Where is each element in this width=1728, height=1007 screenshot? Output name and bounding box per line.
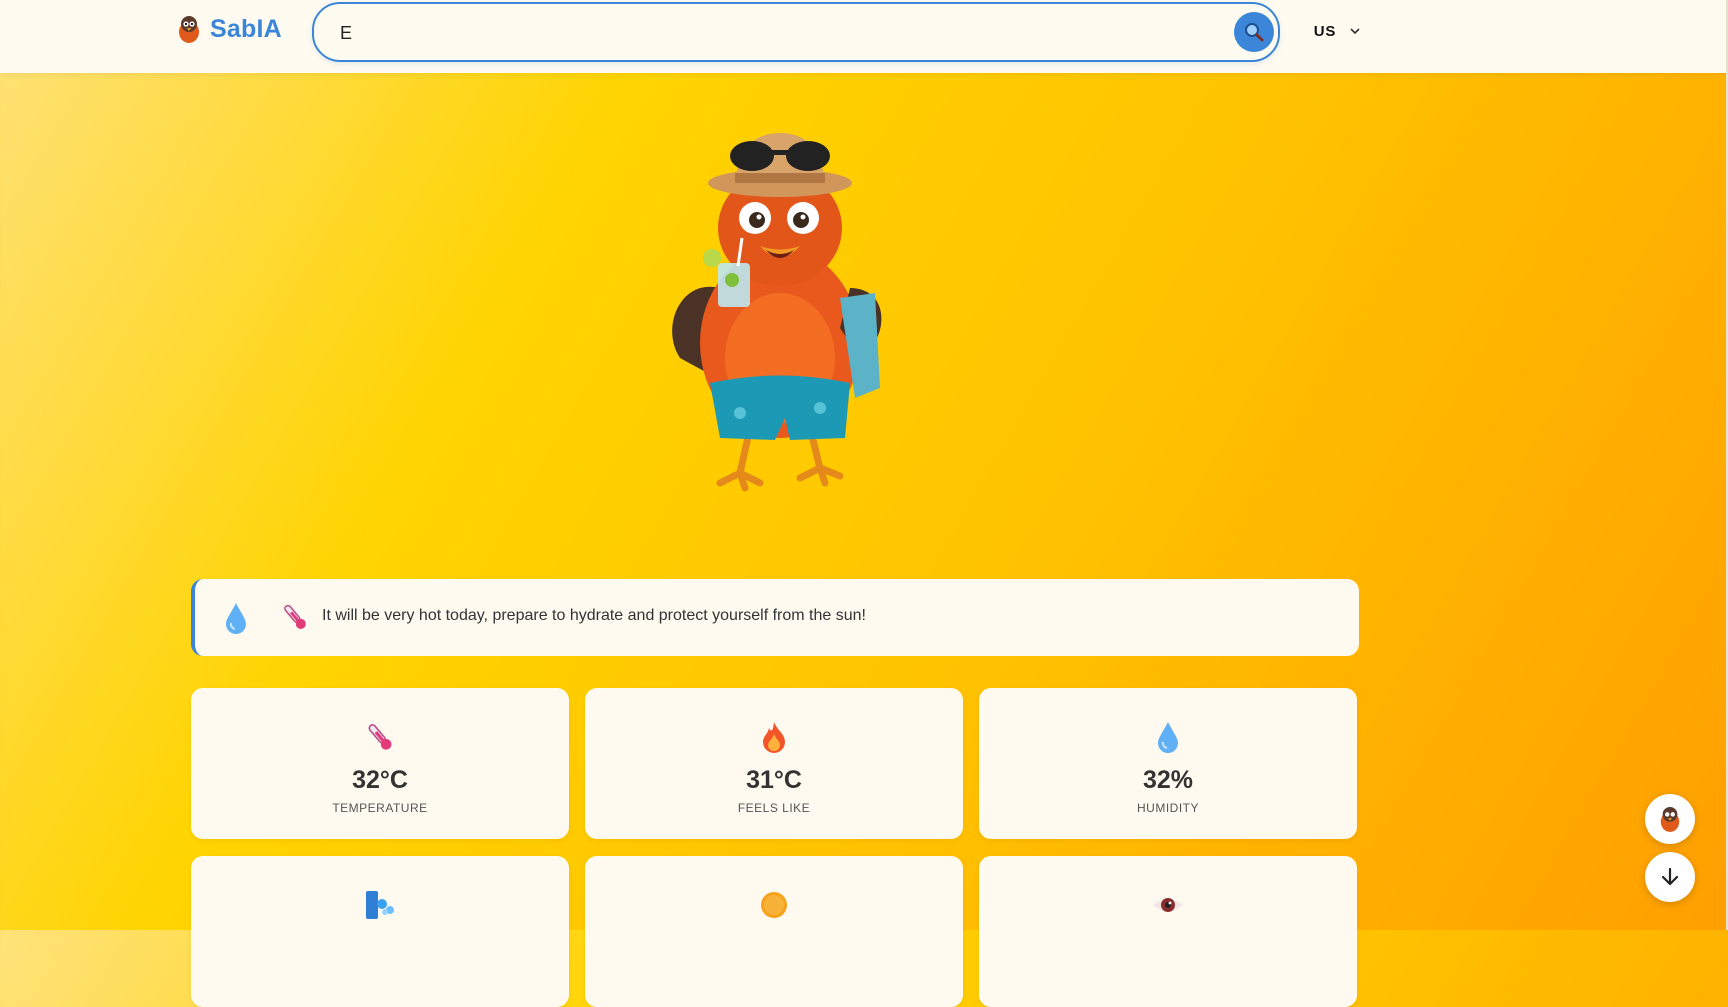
search-button[interactable] (1234, 12, 1274, 52)
droplet-icon (1158, 722, 1178, 753)
temperature-card: 32°C TEMPERATURE (191, 688, 569, 839)
wind-card (191, 856, 569, 1007)
search-icon (1245, 23, 1264, 42)
eye-icon (1153, 898, 1183, 912)
language-label: US (1313, 22, 1337, 40)
chevron-down-icon (1350, 28, 1360, 35)
mascot-chat-button[interactable] (1645, 794, 1695, 844)
feels-like-value: 31°C (746, 766, 802, 794)
language-selector[interactable]: US (1300, 16, 1374, 46)
wind-icon (366, 891, 394, 919)
bird-avatar-icon (1660, 807, 1680, 832)
search-bar (312, 2, 1280, 62)
temperature-value: 32°C (352, 766, 408, 794)
feels-like-card: 31°C FEELS LIKE (585, 688, 963, 839)
humidity-card: 32% HUMIDITY (979, 688, 1357, 839)
bird-logo-icon (179, 16, 199, 43)
humidity-value: 32% (1142, 766, 1194, 794)
scroll-down-button[interactable] (1645, 852, 1695, 902)
weather-alert-banner: It will be very hot today, prepare to hy… (191, 579, 1359, 656)
visibility-card (979, 856, 1357, 1007)
search-input[interactable] (338, 18, 1222, 48)
flame-icon (763, 722, 785, 753)
thermometer-icon (284, 604, 306, 629)
top-navbar: SabIA US (0, 0, 1728, 73)
sun-icon (761, 892, 787, 918)
brand-name: SabIA (210, 14, 282, 43)
thermometer-icon (368, 724, 392, 750)
mascot-bird-illustration (672, 133, 882, 492)
alert-message: It will be very hot today, prepare to hy… (322, 607, 866, 624)
uv-index-card (585, 856, 963, 1007)
feels-like-label: FEELS LIKE (737, 801, 811, 815)
brand-logo[interactable]: SabIA (176, 14, 282, 44)
droplet-icon (226, 603, 246, 634)
arrow-down-icon (1661, 867, 1679, 886)
temperature-label: TEMPERATURE (332, 801, 428, 815)
humidity-label: HUMIDITY (1137, 801, 1199, 815)
